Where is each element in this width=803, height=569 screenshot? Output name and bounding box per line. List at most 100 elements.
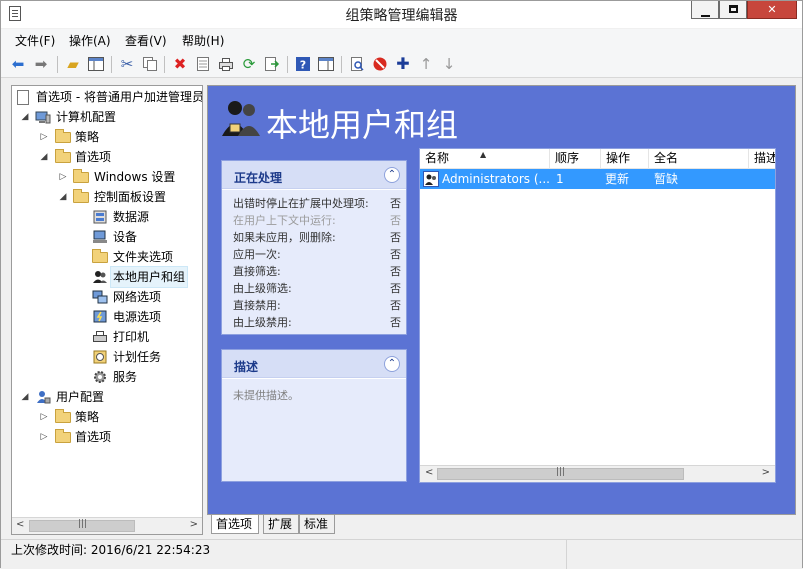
tree-item-user-config[interactable]: ◢ 用户配置: [14, 387, 202, 407]
collapse-chevron-icon[interactable]: ⌃: [384, 356, 400, 372]
minimize-button[interactable]: [691, 1, 719, 19]
menu-action[interactable]: 操作(A): [69, 32, 111, 49]
tree-item-scheduled-tasks[interactable]: 计划任务: [14, 347, 202, 367]
row-key: 由上级筛选:: [233, 282, 292, 295]
help-icon[interactable]: ?: [294, 55, 312, 73]
scroll-thumb[interactable]: |||: [29, 519, 135, 532]
menu-help[interactable]: 帮助(H): [182, 32, 224, 49]
console-tree[interactable]: 首选项 - 将普通用户加进管理员组 ◢ 计算机配置 ▷ 策略 ◢ 首选项 ▷ W…: [11, 85, 203, 535]
collapse-arrow-icon[interactable]: ◢: [20, 387, 30, 407]
column-header-fullname[interactable]: 全名: [649, 149, 749, 169]
title-bar: 组策略管理编辑器 ✕: [1, 1, 802, 28]
toolbar-separator: [164, 56, 165, 73]
collapse-arrow-icon[interactable]: ◢: [39, 147, 49, 167]
tree-item-devices[interactable]: 设备: [14, 227, 202, 247]
row-key: 应用一次:: [233, 248, 281, 261]
forward-arrow-icon[interactable]: ➡: [32, 55, 50, 73]
tree-item-printers[interactable]: 打印机: [14, 327, 202, 347]
tree-item-network-options[interactable]: 网络选项: [14, 287, 202, 307]
expand-arrow-icon[interactable]: ▷: [39, 427, 49, 447]
description-panel-header[interactable]: 描述 ⌃: [222, 350, 406, 378]
delete-icon[interactable]: ✖: [171, 55, 189, 73]
row-value: 否: [390, 214, 401, 227]
tree-item-windows-settings[interactable]: ▷ Windows 设置: [14, 167, 202, 187]
tree-item-policies[interactable]: ▷ 策略: [14, 127, 202, 147]
column-header-order[interactable]: 顺序: [550, 149, 601, 169]
status-divider: [566, 540, 567, 569]
items-list[interactable]: 名称 ▲ 顺序 操作 全名 描述 Administrators (... 1 更…: [419, 148, 776, 483]
column-label: 全名: [654, 151, 679, 165]
row-key: 直接筛选:: [233, 265, 281, 278]
group-item-icon: [423, 171, 439, 187]
column-header-action[interactable]: 操作: [601, 149, 649, 169]
row-value: 否: [390, 231, 401, 244]
svg-text:?: ?: [300, 59, 306, 72]
scroll-thumb[interactable]: |||: [437, 467, 684, 480]
list-item[interactable]: Administrators (... 1 更新 暂缺: [420, 169, 775, 189]
processing-panel-header[interactable]: 正在处理 ⌃: [222, 161, 406, 189]
tree-item-folder-options[interactable]: 文件夹选项: [14, 247, 202, 267]
print-icon[interactable]: [217, 55, 235, 73]
move-down-icon[interactable]: ↓: [440, 55, 458, 73]
tree-item-power-options[interactable]: 电源选项: [14, 307, 202, 327]
tree-item-user-preferences[interactable]: ▷ 首选项: [14, 427, 202, 447]
tree-item-preferences[interactable]: ◢ 首选项: [14, 147, 202, 167]
move-up-icon[interactable]: ↑: [417, 55, 435, 73]
tree-item-services[interactable]: 服务: [14, 367, 202, 387]
processing-row: 直接禁用: 否: [233, 297, 401, 314]
action-pane-icon[interactable]: [317, 55, 335, 73]
tree-item-label: 首选项: [75, 150, 112, 164]
column-header-description[interactable]: 描述: [749, 149, 775, 169]
close-button[interactable]: ✕: [747, 1, 797, 19]
tab-extended[interactable]: 扩展: [263, 515, 300, 534]
cell-fullname: 暂缺: [654, 172, 679, 186]
tree-item-control-panel[interactable]: ◢ 控制面板设置: [14, 187, 202, 207]
collapse-arrow-icon[interactable]: ◢: [58, 187, 68, 207]
maximize-button[interactable]: [719, 1, 747, 19]
back-arrow-icon[interactable]: ⬅: [9, 55, 27, 73]
tab-standard[interactable]: 标准: [299, 515, 336, 534]
tree-item-local-users-groups[interactable]: 本地用户和组: [14, 266, 202, 288]
export-list-icon[interactable]: [263, 55, 281, 73]
tree-item-label: 计算机配置: [56, 110, 117, 124]
expand-arrow-icon[interactable]: ▷: [39, 127, 49, 147]
cell-order: 1: [556, 172, 564, 186]
menu-file[interactable]: 文件(F): [15, 32, 55, 49]
add-icon[interactable]: ✚: [394, 55, 412, 73]
expand-arrow-icon[interactable]: ▷: [58, 167, 68, 187]
properties-icon[interactable]: [194, 55, 212, 73]
computer-icon: [35, 109, 51, 125]
processing-row: 直接筛选: 否: [233, 263, 401, 280]
collapse-arrow-icon[interactable]: ◢: [20, 107, 30, 127]
panel-title: 正在处理: [234, 171, 283, 185]
scroll-right-icon[interactable]: >: [762, 467, 770, 478]
collapse-chevron-icon[interactable]: ⌃: [384, 167, 400, 183]
column-header-name[interactable]: 名称 ▲: [420, 149, 550, 169]
tree-item-label: 设备: [113, 230, 138, 244]
preview-icon[interactable]: [348, 55, 366, 73]
list-horizontal-scrollbar[interactable]: < ||| >: [420, 465, 775, 482]
tree-item-user-policies[interactable]: ▷ 策略: [14, 407, 202, 427]
tab-preferences[interactable]: 首选项: [211, 515, 260, 534]
processing-row: 如果未应用，则删除: 否: [233, 229, 401, 246]
close-icon: ✕: [767, 3, 777, 16]
scroll-left-icon[interactable]: <: [16, 519, 24, 530]
disable-icon[interactable]: [371, 55, 389, 73]
tree-item-data-sources[interactable]: 数据源: [14, 207, 202, 227]
refresh-icon[interactable]: ⟳: [240, 55, 258, 73]
copy-icon[interactable]: [141, 55, 159, 73]
tree-horizontal-scrollbar[interactable]: < ||| >: [12, 517, 202, 534]
tree-item-label: 计划任务: [113, 350, 162, 364]
expand-arrow-icon[interactable]: ▷: [39, 407, 49, 427]
scroll-right-icon[interactable]: >: [190, 519, 198, 530]
description-text: 未提供描述。: [233, 389, 299, 402]
tree-item-label: 电源选项: [113, 310, 162, 324]
scroll-left-icon[interactable]: <: [425, 467, 433, 478]
up-folder-icon[interactable]: ▰: [64, 55, 82, 73]
tree-item-root[interactable]: 首选项 - 将普通用户加进管理员组: [14, 87, 202, 107]
show-tree-icon[interactable]: [87, 55, 105, 73]
cut-icon[interactable]: ✂: [118, 55, 136, 73]
menu-view[interactable]: 查看(V): [125, 32, 167, 49]
cell-name: Administrators (...: [442, 172, 550, 186]
tree-item-computer-config[interactable]: ◢ 计算机配置: [14, 107, 202, 127]
